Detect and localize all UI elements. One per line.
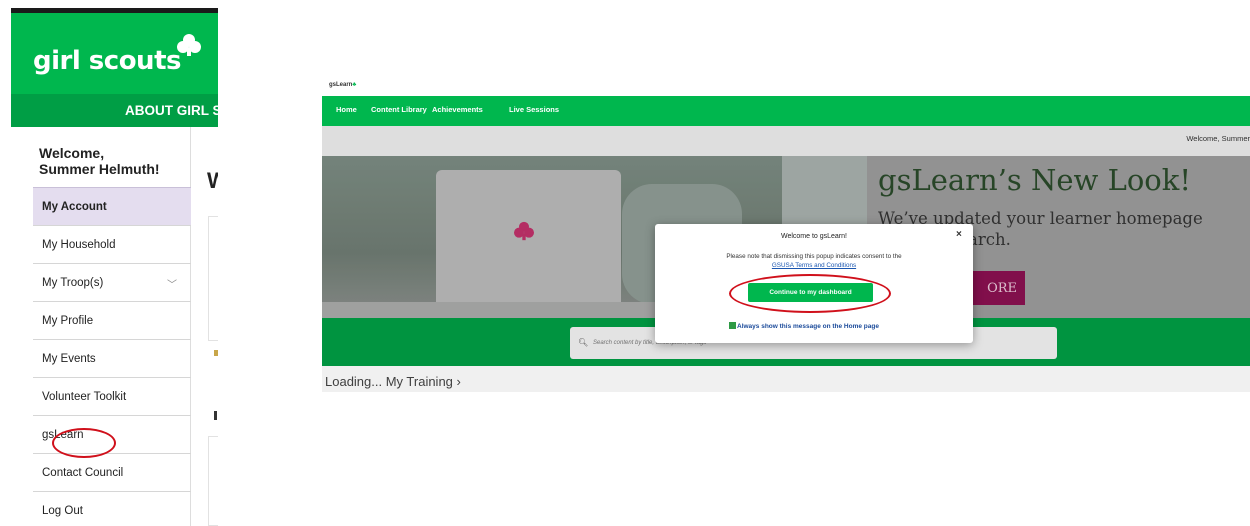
sidebar-menu: My Account My Household My Troop(s) ﹀ My …: [33, 187, 191, 526]
content-card: [208, 216, 218, 341]
sidebar-item-label: My Profile: [42, 314, 94, 327]
nav-content-library[interactable]: Content Library: [371, 105, 427, 114]
nav-achievements[interactable]: Achievements: [432, 105, 483, 114]
sidebar-item-label: Log Out: [42, 504, 83, 517]
modal-title: Welcome to gsLearn!: [780, 233, 847, 240]
checkbox-checked-icon[interactable]: [729, 322, 736, 329]
decorative-mark: [214, 411, 217, 420]
gslearn-homepage: gsLearn♣ Home Content Library Achievemen…: [322, 76, 1250, 392]
welcome-line: Welcome,: [39, 145, 105, 161]
gslearn-highlight-circle: [52, 428, 116, 458]
user-name: Summer Helmuth!: [39, 161, 160, 177]
sidebar-item-my-account[interactable]: My Account: [33, 187, 191, 225]
nav-live-sessions[interactable]: Live Sessions: [509, 105, 559, 114]
sidebar-item-my-troops[interactable]: My Troop(s) ﹀: [33, 263, 191, 301]
sidebar-item-my-profile[interactable]: My Profile: [33, 301, 191, 339]
chevron-down-icon[interactable]: ﹀: [167, 276, 177, 291]
gslearn-logo-text: gsLearn: [329, 82, 353, 88]
sidebar-item-label: My Troop(s): [42, 276, 104, 289]
welcome-modal: Welcome to gsLearn! × Please note that d…: [655, 224, 973, 343]
sidebar-item-volunteer-toolkit[interactable]: Volunteer Toolkit: [33, 377, 191, 415]
decorative-mark: [214, 350, 218, 356]
gslearn-logo[interactable]: gsLearn♣: [329, 82, 356, 88]
gslearn-topbar: [322, 76, 1250, 96]
sidebar-item-label: Contact Council: [42, 466, 124, 479]
sidebar-item-my-events[interactable]: My Events: [33, 339, 191, 377]
nav-home[interactable]: Home: [336, 105, 357, 114]
welcome-greeting: Welcome, Summer Helmuth!: [39, 145, 160, 177]
girl-scouts-logo[interactable]: girl scouts: [33, 46, 181, 76]
account-sidebar: Welcome, Summer Helmuth! My Account My H…: [33, 127, 191, 526]
always-show-checkbox-row[interactable]: Always show this message on the Home pag…: [729, 322, 879, 330]
close-icon[interactable]: ×: [956, 229, 962, 240]
nav-about-girl-scouts[interactable]: ABOUT GIRL S: [125, 103, 218, 118]
continue-to-dashboard-button[interactable]: Continue to my dashboard: [748, 283, 873, 302]
sidebar-item-label: Volunteer Toolkit: [42, 390, 127, 403]
header-top-strip: [11, 8, 218, 13]
sidebar-item-log-out[interactable]: Log Out: [33, 491, 191, 526]
checkbox-label: Always show this message on the Home pag…: [737, 323, 879, 330]
sidebar-item-label: My Events: [42, 352, 96, 365]
sidebar-item-my-household[interactable]: My Household: [33, 225, 191, 263]
sidebar-item-contact-council[interactable]: Contact Council: [33, 453, 191, 491]
terms-link[interactable]: GSUSA Terms and Conditions: [655, 262, 973, 269]
sidebar-item-label: My Household: [42, 238, 116, 251]
sidebar-item-label: My Account: [42, 200, 107, 213]
trefoil-icon: [177, 34, 201, 56]
girl-scouts-portal-panel: girl scouts ABOUT GIRL S Welcome, Summer…: [11, 8, 218, 526]
page-title: W: [207, 168, 218, 193]
trefoil-icon: ♣: [352, 82, 357, 88]
content-card: [208, 436, 218, 526]
modal-consent-note: Please note that dismissing this popup i…: [726, 253, 902, 260]
